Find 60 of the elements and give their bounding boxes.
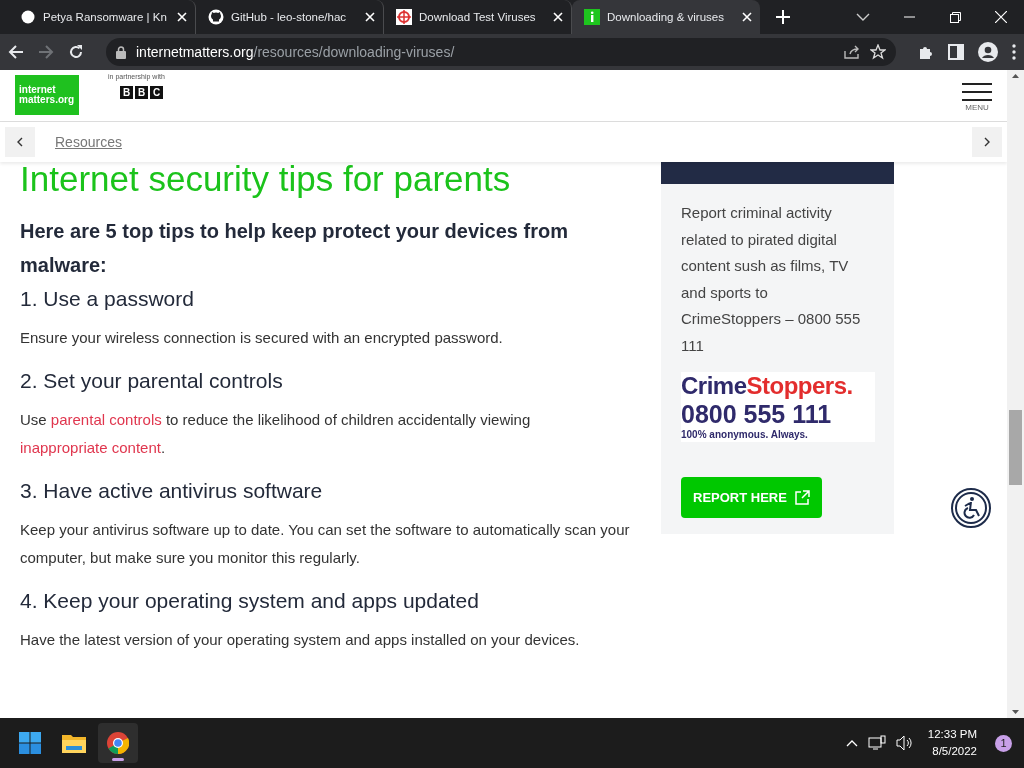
- paragraph: Have the latest version of your operating system and apps installed on your devices.: [20, 630, 581, 650]
- volume-icon[interactable]: [895, 735, 914, 751]
- sidebar-icon[interactable]: [948, 44, 964, 60]
- notification-badge[interactable]: 1: [995, 734, 1012, 752]
- section-heading: 1. Use a password: [20, 286, 195, 312]
- scroll-left-button[interactable]: [5, 127, 35, 157]
- circle-icon: [20, 9, 36, 25]
- windows-icon[interactable]: [19, 732, 41, 754]
- back-icon[interactable]: [8, 44, 24, 60]
- scroll-right-button[interactable]: [972, 127, 1002, 157]
- partner-logo: B B C: [120, 86, 164, 99]
- target-icon: [396, 9, 412, 25]
- menu-icon[interactable]: [1012, 44, 1016, 60]
- text-link[interactable]: inappropriate content: [20, 439, 161, 456]
- scroll-up-icon[interactable]: [1012, 74, 1019, 78]
- lock-icon[interactable]: [116, 45, 126, 59]
- section-heading: 2. Set your parental controls: [20, 368, 284, 394]
- chevron-left-icon: [17, 137, 23, 147]
- report-text: Report criminal activity related to pirated digital content sush as films, TV and sports to CrimeStoppers – 0800 555 111: [681, 203, 862, 356]
- clock[interactable]: 12:33 PM 8/5/2022: [927, 726, 977, 760]
- minimize-icon[interactable]: [903, 16, 915, 18]
- section-heading: 3. Have active antivirus software: [20, 478, 324, 504]
- profile-icon[interactable]: [978, 42, 998, 62]
- puzzle-icon[interactable]: [918, 44, 934, 60]
- star-icon[interactable]: [870, 44, 886, 60]
- paragraph: Ensure your wireless connection is secured with an encrypted password.: [20, 328, 504, 348]
- chevron-down-icon[interactable]: [856, 13, 870, 21]
- crimestoppers-logo: CrimeStoppers. 0800 555 111 100% anonymous. Always.: [681, 371, 875, 442]
- new-tab-icon[interactable]: [776, 10, 790, 24]
- text-link[interactable]: parental controls: [50, 411, 162, 428]
- chevron-right-icon: [984, 137, 990, 147]
- paragraph: Keep your antivirus software up to date. You can set the software to automatically scan your computer, but make sure you monitor this regularly.: [20, 520, 631, 568]
- browser-tab[interactable]: Downloading & viruses: [572, 0, 760, 34]
- restore-icon[interactable]: [949, 11, 961, 23]
- folder-icon[interactable]: [62, 733, 86, 753]
- page-title: Internet security tips for parents: [20, 162, 512, 200]
- breadcrumb-link[interactable]: Resources: [55, 134, 122, 150]
- chevron-up-icon[interactable]: [845, 739, 858, 747]
- hamburger-icon: [962, 83, 992, 101]
- close-icon[interactable]: [177, 12, 187, 22]
- scroll-down-icon[interactable]: [1012, 710, 1019, 714]
- external-link-icon: [794, 489, 810, 505]
- close-icon[interactable]: [365, 12, 375, 22]
- address-field[interactable]: internetmatters.org/resources/downloading-viruses/: [106, 38, 896, 66]
- menu-button[interactable]: MENU: [962, 83, 992, 112]
- reload-icon[interactable]: [68, 44, 84, 60]
- intro-heading: Here are 5 top tips to help keep protect your devices from malware:: [20, 219, 569, 278]
- browser-icon[interactable]: [107, 732, 129, 754]
- scrollbar[interactable]: [1007, 70, 1024, 718]
- paragraph: Use parental controls to reduce the likelihood of children accidentally viewing inappropriate content.: [20, 410, 532, 458]
- close-icon[interactable]: [742, 12, 752, 22]
- share-icon[interactable]: [844, 45, 860, 59]
- info-icon: [584, 9, 600, 25]
- network-icon[interactable]: [867, 735, 886, 751]
- github-icon: [208, 9, 224, 25]
- section-heading: 4. Keep your operating system and apps updated: [20, 588, 480, 614]
- scrollbar-thumb[interactable]: [1009, 410, 1022, 485]
- close-icon[interactable]: [995, 11, 1007, 23]
- close-icon[interactable]: [553, 12, 563, 22]
- accessibility-icon[interactable]: [951, 488, 991, 528]
